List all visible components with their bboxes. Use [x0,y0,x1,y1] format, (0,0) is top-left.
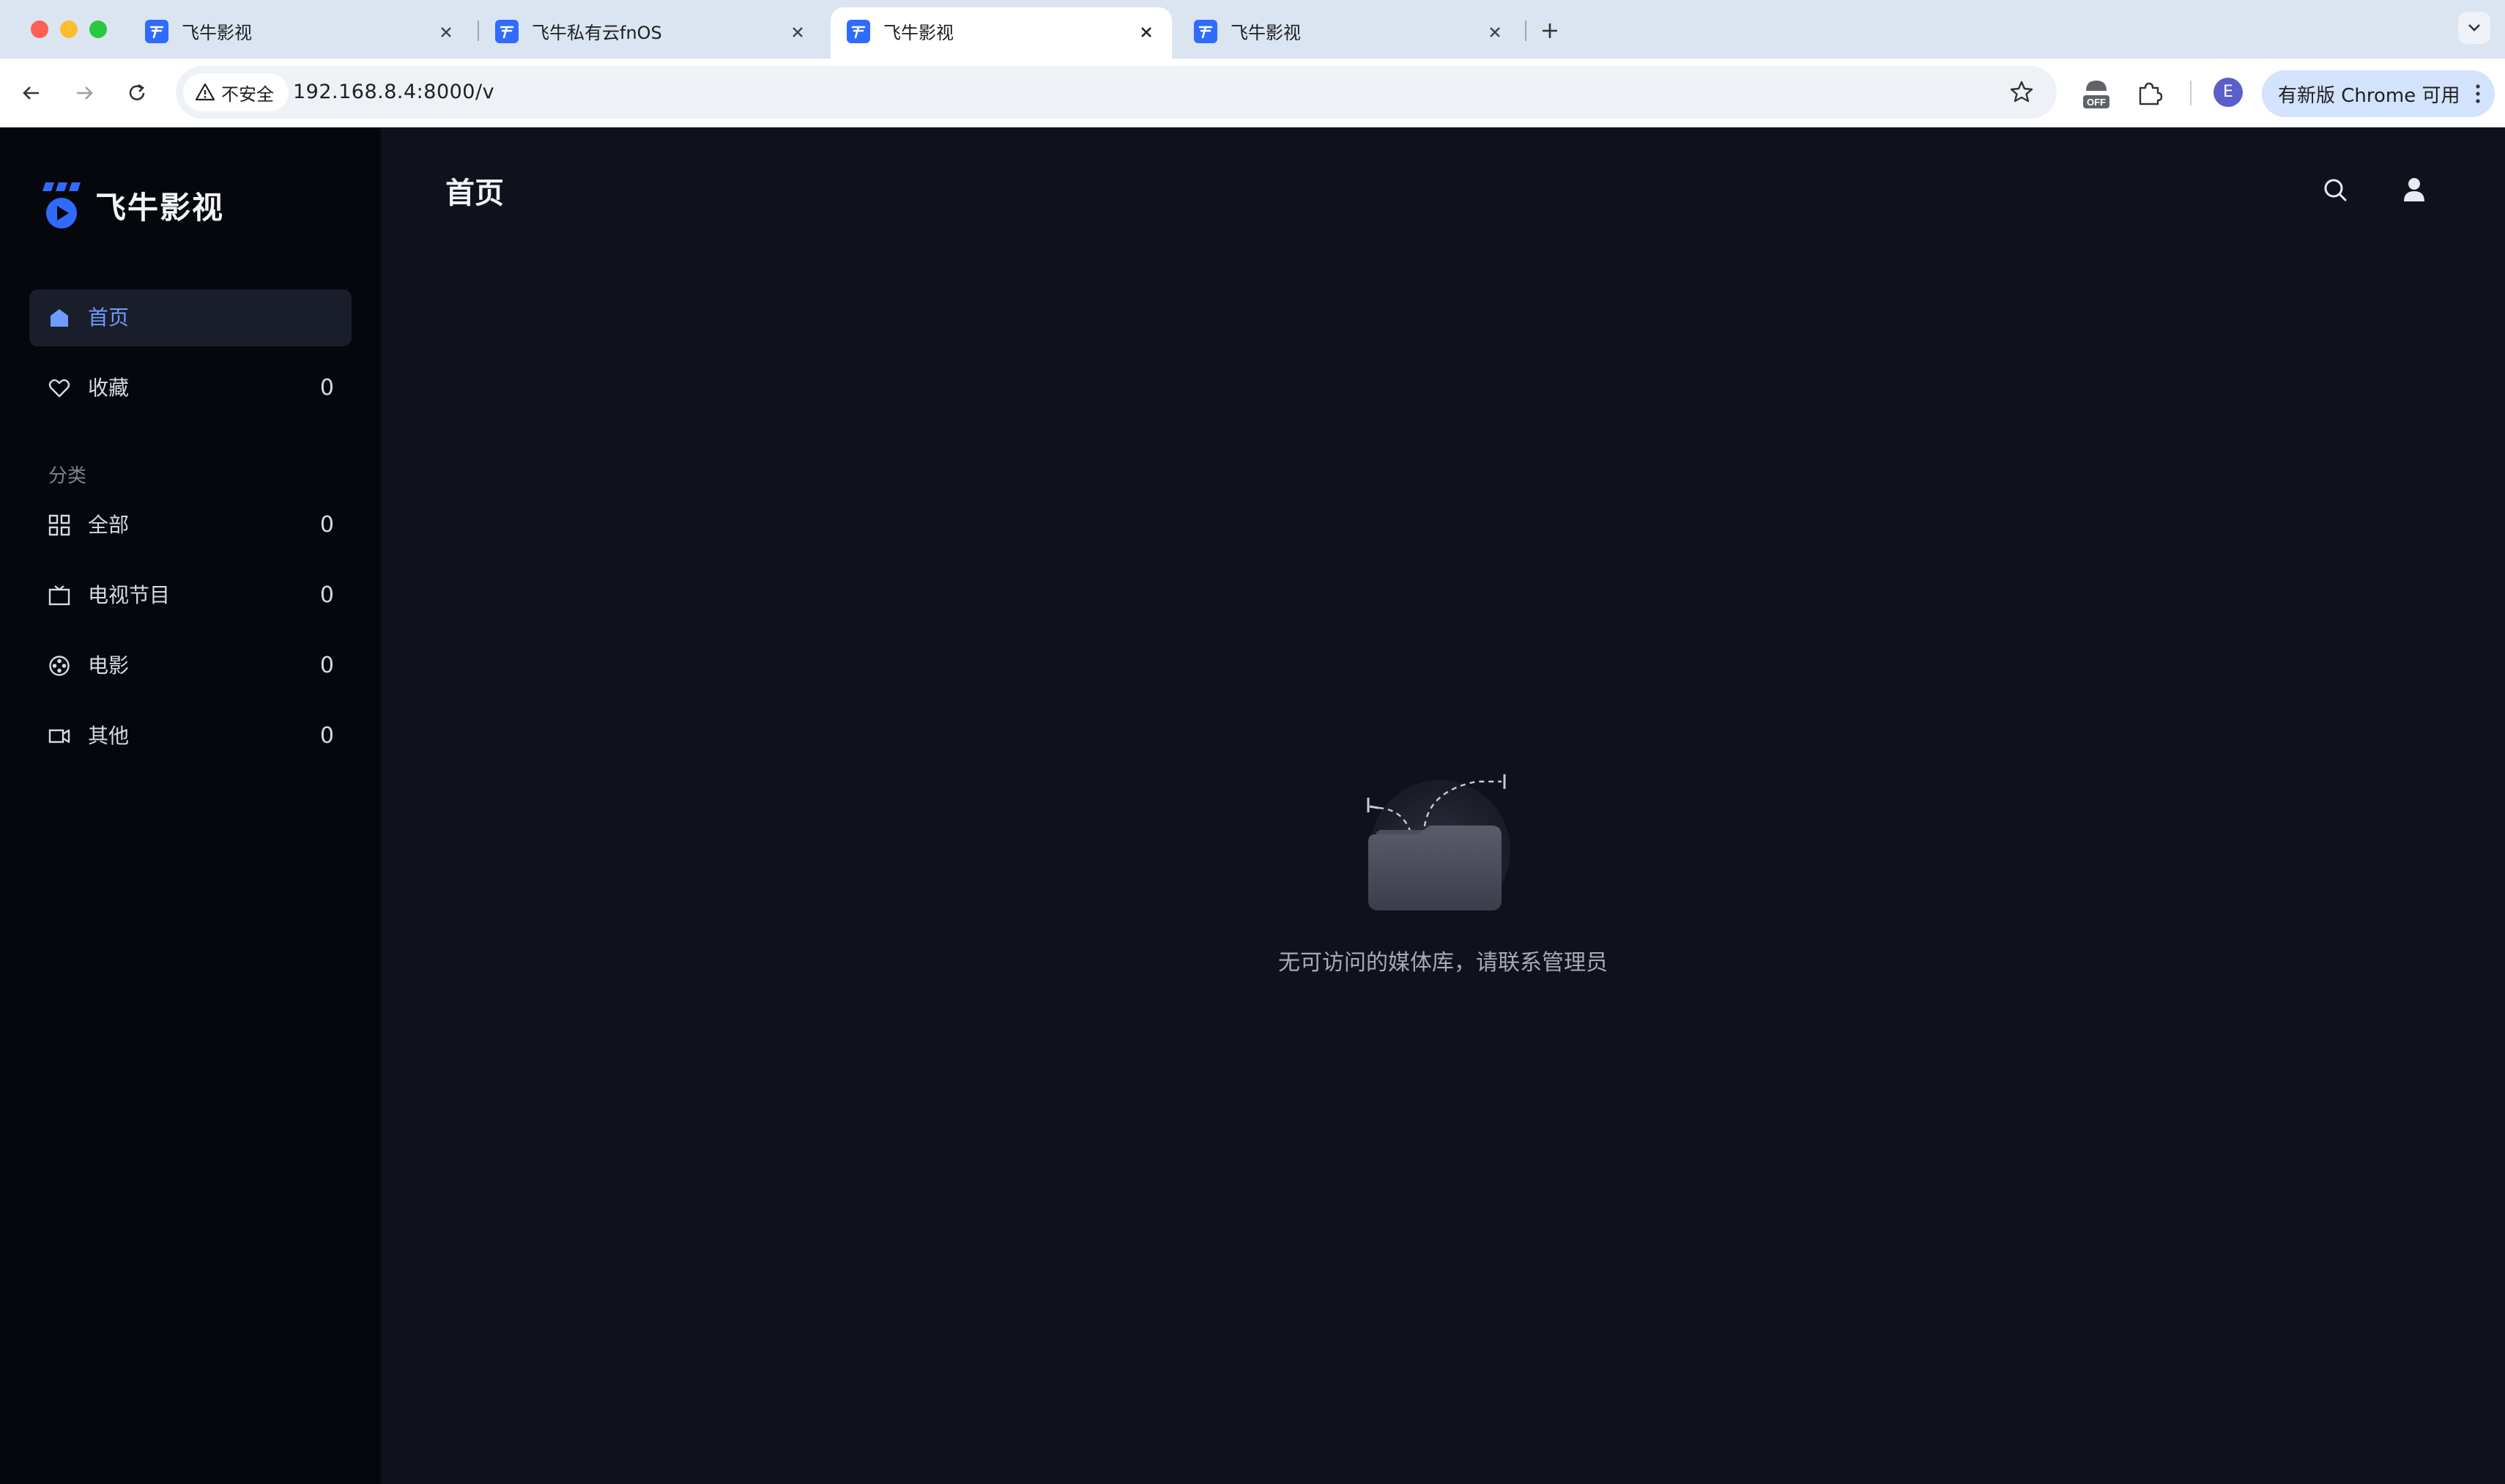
security-label: 不安全 [221,84,274,105]
tv-icon [48,585,70,606]
sidebar-item-label: 全部 [88,513,130,537]
sidebar-item-count: 0 [319,512,334,538]
fnos-logo-icon [42,182,81,229]
film-reel-icon [49,656,70,676]
search-button[interactable] [2315,169,2356,210]
extension-badge-text: OFF [2087,97,2106,108]
close-tab-icon[interactable] [1485,23,1504,42]
incognito-extension-icon: OFF [2083,81,2109,108]
close-window-button[interactable] [31,21,48,38]
more-menu-icon[interactable] [2474,84,2482,104]
minimize-window-button[interactable] [60,21,78,38]
sidebar-item-other[interactable]: 其他 0 [29,708,352,765]
page-title: 首页 [445,177,504,210]
chevron-down-icon [2468,24,2480,31]
puzzle-icon [2139,82,2163,105]
warning-triangle-icon [195,83,215,101]
home-icon [51,309,68,327]
forward-button[interactable] [66,75,103,111]
category-section-title: 分类 [48,465,87,487]
sidebar-item-home[interactable]: 首页 [29,289,352,346]
sidebar-item-label: 电影 [88,653,130,678]
arrow-right-icon [77,86,93,100]
browser-window: 飞牛影视 飞牛私有云fnOS 飞牛影视 飞牛影视 不安全 192.168.8.4… [0,0,2505,1484]
sidebar-item-label: 电视节目 [88,583,171,607]
browser-tab[interactable]: 飞牛影视 [1178,7,1521,59]
site-security-chip[interactable]: 不安全 [183,73,289,111]
sidebar-item-label: 首页 [88,305,130,330]
extensions-button[interactable] [2129,73,2170,114]
heart-icon [48,379,70,398]
tab-strip: 飞牛影视 飞牛私有云fnOS 飞牛影视 飞牛影视 [0,0,2505,59]
address-bar[interactable]: 不安全 192.168.8.4:8000/v [176,66,2057,119]
user-button[interactable] [2394,169,2435,210]
extension-off-button[interactable]: OFF [2076,73,2117,114]
close-tab-icon[interactable] [1137,23,1156,42]
update-label: 有新版 Chrome 可用 [2278,84,2460,107]
url-text[interactable]: 192.168.8.4:8000/v [293,66,494,119]
empty-folder-icon [1367,774,1510,910]
app-viewport: 飞牛影视 首页 收藏 0 分类 全部 0 电视节目 0 电影 0 其他 0 首页… [0,128,2505,1484]
search-icon [2324,179,2347,201]
sidebar-item-count: 0 [319,375,334,401]
tab-search-button[interactable] [2458,12,2490,44]
sidebar-item-count: 0 [319,653,334,678]
sidebar-item-all[interactable]: 全部 0 [29,497,352,554]
back-button[interactable] [13,75,50,111]
sidebar-item-count: 0 [319,582,334,608]
fnos-favicon-icon [145,20,168,43]
close-tab-icon[interactable] [437,23,456,42]
sidebar-item-label: 其他 [88,724,130,748]
toolbar-separator [2190,81,2192,105]
tab-title: 飞牛影视 [182,23,252,43]
arrow-left-icon [23,86,39,100]
tab-title: 飞牛影视 [1231,23,1301,43]
sidebar-item-favorites[interactable]: 收藏 0 [29,360,352,417]
fnos-favicon-icon [847,20,870,43]
video-camera-icon [48,729,70,743]
browser-tab[interactable]: 飞牛影视 [129,7,472,59]
reload-icon [129,84,145,100]
close-tab-icon[interactable] [788,23,807,42]
fnos-favicon-icon [495,20,519,43]
chrome-update-button[interactable]: 有新版 Chrome 可用 [2262,70,2495,117]
fnos-favicon-icon [1194,20,1217,43]
tab-title: 飞牛私有云fnOS [532,23,662,43]
brand[interactable]: 飞牛影视 [40,179,224,231]
reload-button[interactable] [119,75,155,111]
sidebar-item-movies[interactable]: 电影 0 [29,637,352,694]
browser-tab-active[interactable]: 飞牛影视 [831,7,1172,59]
empty-state-message: 无可访问的媒体库，请联系管理员 [1278,950,1608,976]
maximize-window-button[interactable] [89,21,107,38]
grid-icon [48,514,70,536]
empty-state: 无可访问的媒体库，请联系管理员 [1231,749,1655,1064]
tab-separator [1525,21,1526,41]
sidebar-item-label: 收藏 [88,376,130,400]
sidebar-item-count: 0 [319,723,334,749]
new-tab-icon[interactable] [1535,16,1565,45]
profile-avatar[interactable]: E [2213,78,2243,107]
sidebar: 飞牛影视 首页 收藏 0 分类 全部 0 电视节目 0 电影 0 其他 0 [0,128,381,1484]
user-icon [2404,178,2424,201]
bookmark-star-icon[interactable] [2005,76,2038,108]
browser-tab[interactable]: 飞牛私有云fnOS [479,7,823,59]
tab-title: 飞牛影视 [883,23,954,43]
sidebar-item-tv-shows[interactable]: 电视节目 0 [29,567,352,624]
browser-toolbar: 不安全 192.168.8.4:8000/v OFF E 有新版 Chrome … [0,59,2505,127]
brand-name: 飞牛影视 [95,189,225,226]
